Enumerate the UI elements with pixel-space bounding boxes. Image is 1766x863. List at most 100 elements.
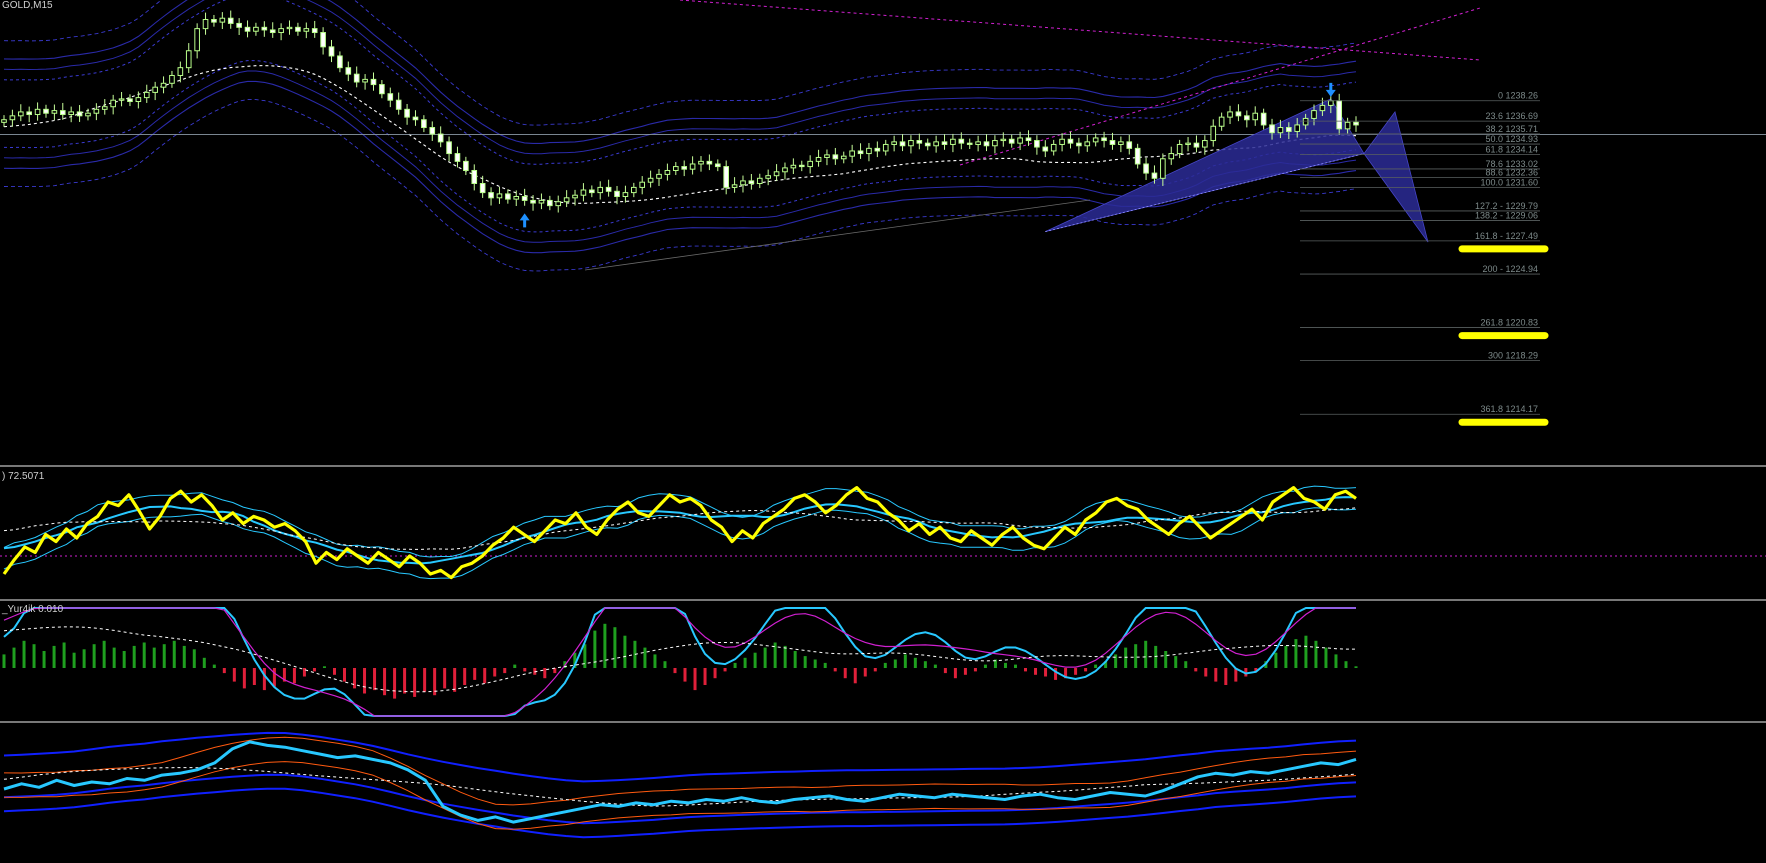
candle-body xyxy=(1336,100,1343,130)
candle-body xyxy=(1193,142,1200,148)
candle-body xyxy=(647,177,654,183)
candle-body xyxy=(337,55,343,69)
candle-body xyxy=(966,142,973,145)
candle-body xyxy=(152,86,158,93)
candle-body xyxy=(479,182,486,194)
stoch-orange-lower xyxy=(3,761,1357,830)
candle-body xyxy=(555,201,562,207)
candle-body xyxy=(269,29,276,34)
candle-body xyxy=(85,112,91,117)
fib-level-label: 38.2 1235.71 xyxy=(1485,124,1538,134)
candle-body xyxy=(429,127,436,135)
fib-level-label: 100.0 1231.60 xyxy=(1480,177,1538,187)
macd-average-line xyxy=(3,626,1356,693)
candle-body xyxy=(1126,141,1133,149)
candle-body xyxy=(1025,137,1032,142)
candle-body xyxy=(1185,142,1191,145)
harmonic-pattern xyxy=(1363,111,1429,243)
candle-body xyxy=(563,197,570,203)
candle-body xyxy=(773,171,780,177)
candle-body xyxy=(379,84,385,95)
candle-body xyxy=(1344,121,1351,130)
candle-body xyxy=(681,166,688,170)
fib-level-label: 361.8 1214.17 xyxy=(1480,404,1538,414)
candle-body xyxy=(320,32,326,48)
candle-body xyxy=(1092,137,1099,143)
candle-body xyxy=(68,111,74,116)
candle-body xyxy=(614,190,620,198)
candle-body xyxy=(51,110,58,114)
fib-level-label: 50.0 1234.93 xyxy=(1485,134,1538,144)
candle-body xyxy=(589,189,595,194)
candle-body xyxy=(463,160,469,171)
candle-body xyxy=(1319,104,1326,112)
candle-body xyxy=(765,175,771,179)
candle-body xyxy=(505,193,511,200)
candle-body xyxy=(1269,124,1275,134)
candle-body xyxy=(580,189,587,196)
candle-body xyxy=(471,169,478,184)
candle-body xyxy=(9,115,16,121)
trend-line xyxy=(679,0,1481,61)
candle-body xyxy=(698,160,704,165)
candle-body xyxy=(17,111,24,117)
candle-body xyxy=(1118,141,1124,145)
candle-body xyxy=(1252,112,1259,121)
candle-body xyxy=(421,119,427,129)
trading-chart[interactable]: 0 1238.26 23.6 1236.69 38.2 1235.7150.0 12… xyxy=(0,0,1766,858)
candle-body xyxy=(488,192,494,199)
candle-body xyxy=(1302,117,1309,126)
down-arrow-icon xyxy=(1325,82,1336,97)
fib-level-label: 127.2 - 1229.79 xyxy=(1475,201,1538,211)
candle-body xyxy=(857,150,864,155)
candle-body xyxy=(672,166,679,171)
candle-body xyxy=(1034,140,1040,148)
candle-body xyxy=(110,99,116,108)
candle-body xyxy=(311,28,318,34)
candle-body xyxy=(43,108,49,114)
candle-body xyxy=(202,19,209,30)
rsi-panel[interactable] xyxy=(0,485,1766,580)
candle-body xyxy=(689,163,696,170)
candle-body xyxy=(983,141,990,147)
candle-body xyxy=(706,160,713,165)
candle-body xyxy=(345,67,352,75)
stochastic-panel[interactable] xyxy=(3,731,1357,839)
candle-body xyxy=(656,173,662,179)
candle-body xyxy=(1210,125,1217,142)
candle-body xyxy=(328,46,335,57)
candle-body xyxy=(253,26,259,32)
candle-body xyxy=(891,141,897,145)
candle-body xyxy=(446,141,452,155)
candle-body xyxy=(790,164,797,169)
candle-body xyxy=(118,98,125,101)
candle-body xyxy=(185,50,192,69)
candle-body xyxy=(1327,100,1334,106)
stoch-band-lower xyxy=(3,787,1357,839)
candle-body xyxy=(731,184,738,188)
candle-body xyxy=(874,147,881,152)
macd-panel[interactable] xyxy=(2,607,1358,717)
candle-body xyxy=(597,186,604,194)
candle-body xyxy=(908,140,914,147)
candle-body xyxy=(1008,138,1015,144)
candle-body xyxy=(1059,138,1065,145)
macd-main-line xyxy=(3,607,1356,717)
candle-body xyxy=(1101,137,1107,142)
candle-body xyxy=(631,186,637,194)
candle-body xyxy=(798,164,805,168)
candle-body xyxy=(748,180,755,184)
fib-level-label: 138.2 - 1229.06 xyxy=(1475,210,1538,220)
candle-body xyxy=(782,167,788,173)
candle-body xyxy=(353,73,360,83)
candle-body xyxy=(975,141,981,145)
candle-body xyxy=(395,99,402,110)
candle-body xyxy=(1076,142,1082,147)
candle-body xyxy=(1294,124,1301,132)
candle-body xyxy=(370,78,377,86)
candle-body xyxy=(941,141,948,145)
candle-body xyxy=(437,133,444,143)
candle-body xyxy=(1042,146,1049,152)
candle-body xyxy=(1,119,7,123)
macd-signal-line xyxy=(3,607,1356,717)
